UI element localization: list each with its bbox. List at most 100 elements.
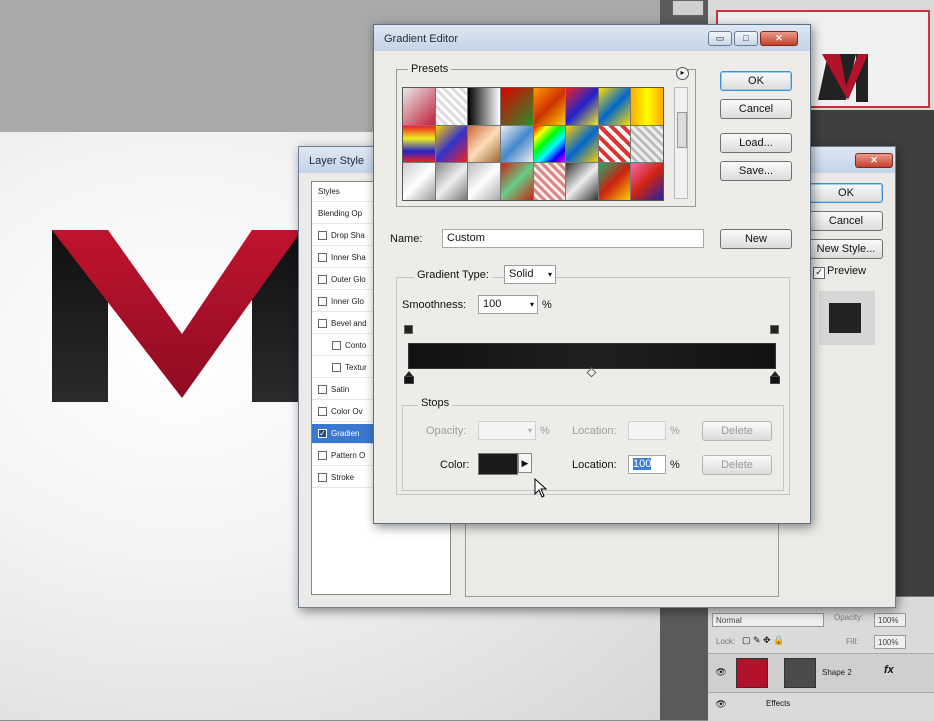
preset-swatch[interactable] [598,163,631,200]
color-location-label: Location: [572,459,617,471]
lock-icons[interactable]: ▢ ✎ ✥ 🔒 [742,635,784,646]
style-item-label: Satin [331,385,350,394]
style-checkbox[interactable] [318,253,327,262]
style-checkbox[interactable] [318,473,327,482]
gradient-type-label: Gradient Type: [414,269,492,281]
preview-label: Preview [827,265,867,277]
style-checkbox[interactable] [332,341,341,350]
preset-swatch[interactable] [468,163,500,200]
style-checkbox[interactable] [318,319,327,328]
style-checkbox[interactable] [318,451,327,460]
layer-row[interactable]: 👁 Shape 2 fx [708,653,934,693]
fill-label: Fill: [846,637,859,646]
style-checkbox[interactable] [318,407,327,416]
layer-name[interactable]: Shape 2 [822,668,852,677]
color-menu-arrow-icon[interactable]: ▶ [518,453,532,473]
layer-style-close-button[interactable]: ✕ [855,153,893,168]
style-checkbox[interactable] [318,385,327,394]
minimize-button[interactable]: ▭ [708,31,732,46]
stop-color-swatch[interactable] [478,453,518,475]
effects-label: Effects [766,699,791,708]
style-checkbox[interactable]: ✓ [318,429,327,438]
presets-scrollbar[interactable] [674,87,688,199]
preset-swatch[interactable] [435,88,468,125]
gradient-editor-dialog: Gradient Editor ▭ □ ✕ Presets ▸ OK Cance… [373,24,811,524]
layer-style-cancel-button[interactable]: Cancel [809,211,883,231]
smoothness-field[interactable]: 100 ▾ [478,295,538,314]
preset-swatch[interactable] [500,88,533,125]
gradient-cancel-button[interactable]: Cancel [720,99,792,119]
stop-opacity-label: Opacity: [426,425,467,437]
layer-style-ok-button[interactable]: OK [809,183,883,203]
opacity-field[interactable]: 100% [874,613,906,627]
presets-menu-icon[interactable]: ▸ [676,67,689,80]
preset-swatch[interactable] [500,163,533,200]
name-label: Name: [390,233,423,245]
preset-swatch[interactable] [403,163,435,200]
style-item-label: Gradien [331,429,360,438]
style-checkbox[interactable] [318,297,327,306]
style-checkbox[interactable] [318,231,327,240]
style-checkbox[interactable] [318,275,327,284]
preset-swatch[interactable] [598,125,631,163]
gradient-ok-button[interactable]: OK [720,71,792,91]
preset-swatch[interactable] [566,125,598,163]
smoothness-dropdown-icon: ▾ [529,300,534,309]
preset-swatch[interactable] [598,88,631,125]
panel-collapse-button[interactable] [672,0,704,16]
preset-swatch[interactable] [468,88,500,125]
preview-checkbox[interactable]: ✓ [813,267,825,279]
preset-swatch[interactable] [566,163,598,200]
gradient-preview-bar[interactable] [408,343,776,369]
preset-swatch[interactable] [435,125,468,163]
style-item-label: Color Ov [331,407,363,416]
preset-swatch[interactable] [403,88,435,125]
style-item-label: Inner Glo [331,297,364,306]
preset-swatch[interactable] [631,163,663,200]
opacity-stop-left[interactable] [404,325,413,337]
blend-mode-select[interactable]: Normal [712,613,824,627]
stop-opacity-percent: % [540,425,550,437]
stops-label: Stops [418,397,453,409]
gradient-editor-title: Gradient Editor [384,33,458,45]
color-stop-left[interactable] [404,371,414,384]
fx-icon[interactable]: fx [884,664,894,676]
stops-group [402,405,784,491]
color-stop-right[interactable] [770,371,780,384]
presets-label: Presets [408,63,452,75]
opacity-location-field[interactable] [628,421,666,440]
preset-swatch[interactable] [468,125,500,163]
new-gradient-button[interactable]: New [720,229,792,249]
style-checkbox[interactable] [332,363,341,372]
opacity-stop-right[interactable] [770,325,779,337]
stop-opacity-dropdown-icon: ▾ [527,426,532,435]
save-button[interactable]: Save... [720,161,792,181]
stop-opacity-field[interactable]: ▾ [478,421,536,440]
new-style-button[interactable]: New Style... [809,239,883,259]
opacity-delete-button[interactable]: Delete [702,421,772,441]
preset-swatch[interactable] [533,88,566,125]
style-item-label: Drop Sha [331,231,365,240]
preset-swatch[interactable] [533,125,566,163]
preset-swatch[interactable] [533,163,566,200]
preset-swatch[interactable] [566,88,598,125]
maximize-button[interactable]: □ [734,31,758,46]
gradient-name-field[interactable]: Custom [442,229,704,248]
eye-icon[interactable]: 👁 [714,667,728,677]
preset-swatch[interactable] [435,163,468,200]
preset-swatch[interactable] [631,125,663,163]
preset-swatch[interactable] [403,125,435,163]
color-location-field[interactable]: 100 [628,455,666,474]
effects-eye-icon[interactable]: 👁 [714,699,728,709]
color-delete-button[interactable]: Delete [702,455,772,475]
style-item-label: Pattern O [331,451,366,460]
gradient-type-select[interactable]: Solid ▾ [504,265,556,284]
preset-swatch[interactable] [500,125,533,163]
load-button[interactable]: Load... [720,133,792,153]
preset-swatch[interactable] [631,88,663,125]
opacity-label: Opacity: [834,613,864,622]
fill-field[interactable]: 100% [874,635,906,649]
gradient-editor-close-button[interactable]: ✕ [760,31,798,46]
effects-row[interactable]: 👁 Effects [708,697,934,713]
gradient-editor-titlebar[interactable]: Gradient Editor ▭ □ ✕ [374,25,810,51]
